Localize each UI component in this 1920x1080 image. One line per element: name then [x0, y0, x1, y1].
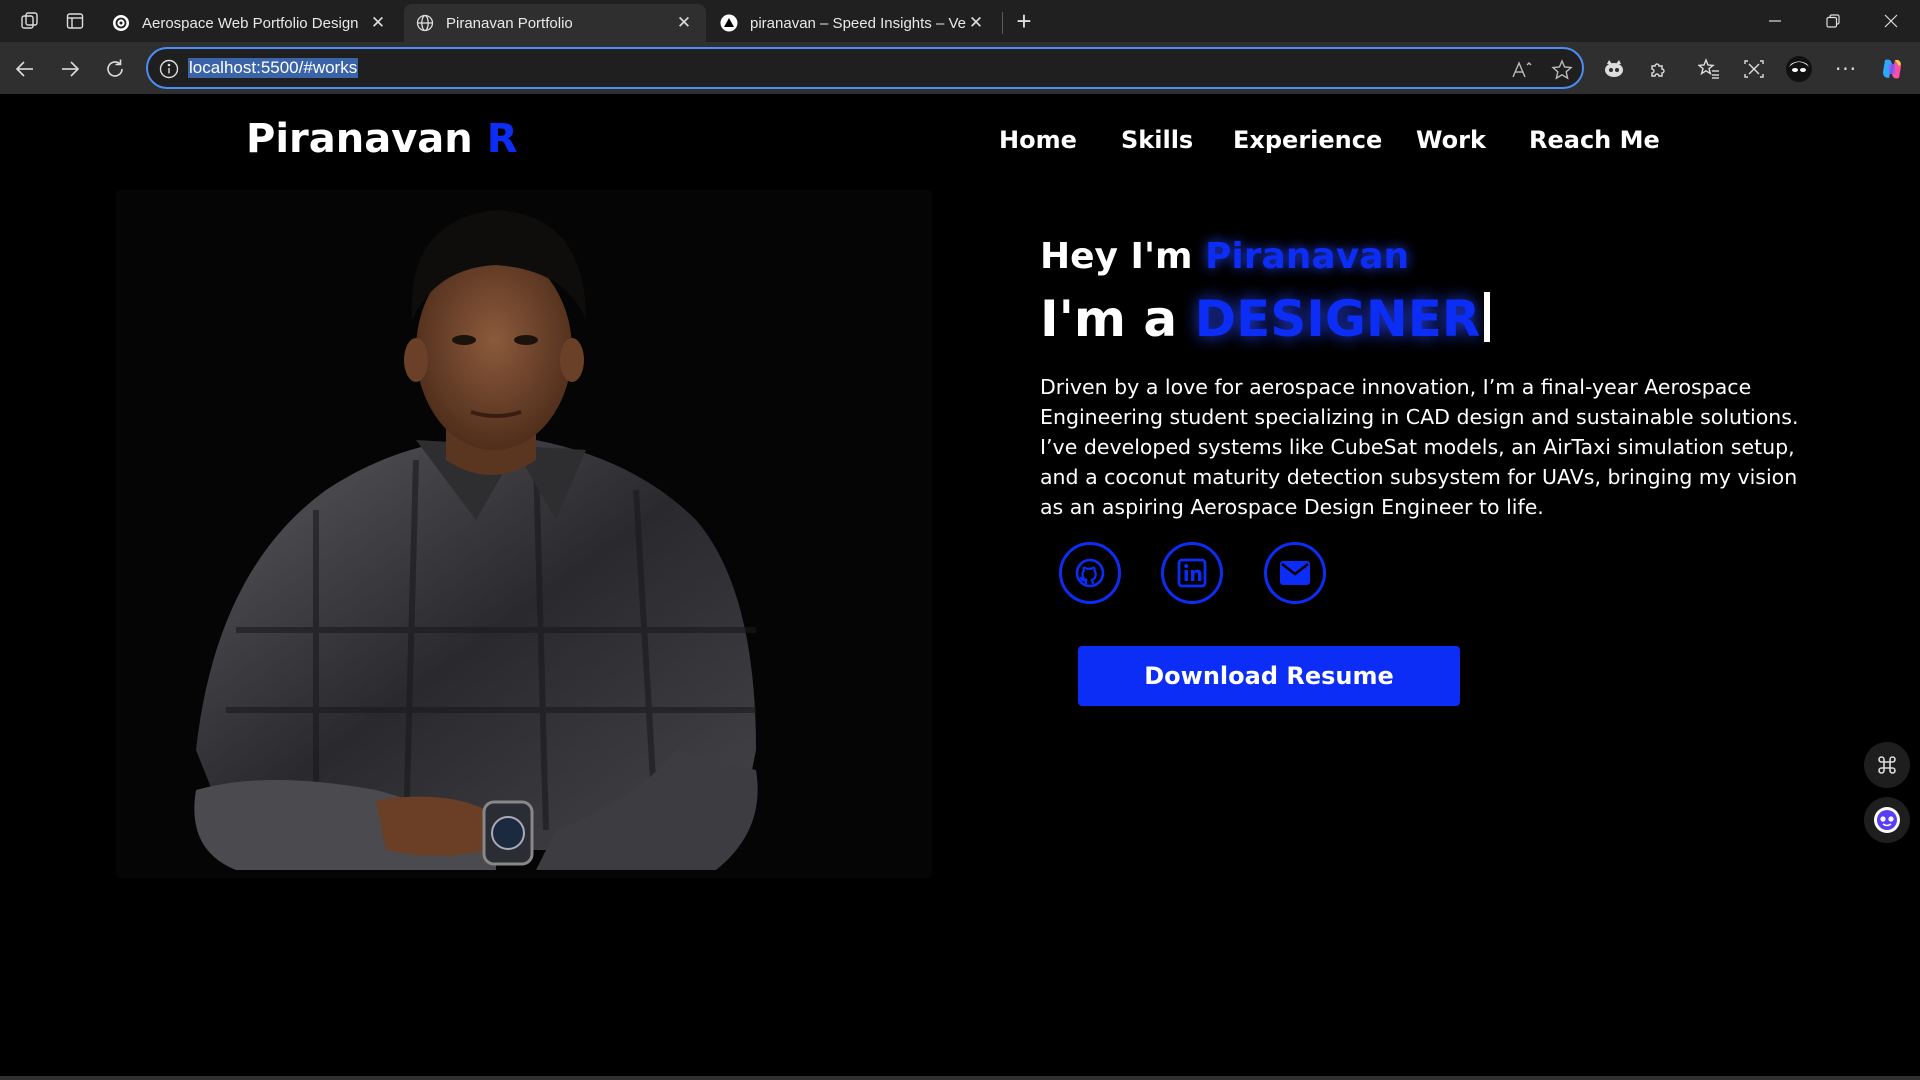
- vercel-triangle-icon: [720, 14, 738, 32]
- openai-icon: [112, 14, 130, 32]
- email-icon: [1280, 561, 1310, 585]
- tab-title: Aerospace Web Portfolio Design: [142, 14, 359, 32]
- tab-piranavan-portfolio[interactable]: Piranavan Portfolio ✕: [404, 4, 706, 42]
- vertical-tabs-icon[interactable]: [61, 8, 89, 34]
- forward-arrow-icon[interactable]: [56, 55, 84, 83]
- email-link[interactable]: [1264, 542, 1326, 604]
- minimize-icon[interactable]: [1746, 0, 1804, 42]
- typing-cursor: [1484, 292, 1491, 342]
- site-logo[interactable]: Piranavan R: [246, 116, 518, 162]
- github-icon: [1075, 558, 1105, 588]
- browser-tab-bar: Aerospace Web Portfolio Design ✕ Piranav…: [0, 0, 1920, 42]
- copilot-companion-icon[interactable]: [1600, 55, 1628, 83]
- address-bar[interactable]: localhost:5500/#works: [146, 47, 1584, 89]
- copilot-icon[interactable]: [1878, 55, 1906, 83]
- linkedin-icon: [1177, 558, 1207, 588]
- hero-role: I'm a DESIGNER: [1040, 290, 1491, 348]
- tab-separator: [1002, 12, 1003, 34]
- screenshot-tool-icon[interactable]: [1740, 55, 1768, 83]
- horizontal-scrollbar[interactable]: [0, 1076, 1920, 1080]
- portfolio-page: Piranavan R Home Skills Experience Work …: [6, 94, 1914, 1078]
- back-arrow-icon[interactable]: [11, 55, 39, 83]
- close-tab-icon[interactable]: ✕: [674, 13, 694, 33]
- refresh-icon[interactable]: [101, 55, 129, 83]
- hero-greeting: Hey I'm Piranavan: [1040, 236, 1409, 277]
- hero-bio: Driven by a love for aerospace innovatio…: [1040, 375, 1799, 519]
- role-text: DESIGNER: [1194, 290, 1481, 348]
- linkedin-link[interactable]: [1161, 542, 1223, 604]
- greeting-text: Hey I'm: [1040, 236, 1193, 277]
- quick-actions-icon[interactable]: [1864, 742, 1910, 788]
- site-info-icon[interactable]: [158, 58, 180, 80]
- profile-avatar[interactable]: [1785, 55, 1813, 83]
- tab-speed-insights[interactable]: piranavan – Speed Insights – Verc ✕: [708, 4, 998, 42]
- favorite-star-icon[interactable]: [1550, 58, 1574, 82]
- restore-icon[interactable]: [1804, 0, 1862, 42]
- assistant-bot-icon[interactable]: [1864, 797, 1910, 843]
- logo-accent: R: [486, 116, 518, 162]
- github-link[interactable]: [1059, 542, 1121, 604]
- close-tab-icon[interactable]: ✕: [966, 13, 986, 33]
- tab-title: Piranavan Portfolio: [446, 14, 573, 32]
- tab-aerospace-web-portfolio[interactable]: Aerospace Web Portfolio Design ✕: [100, 4, 400, 42]
- download-resume-button[interactable]: Download Resume: [1078, 646, 1460, 706]
- read-aloud-icon[interactable]: [1510, 58, 1534, 82]
- more-options-icon[interactable]: ···: [1832, 55, 1860, 83]
- globe-icon: [416, 14, 434, 32]
- nav-reach-me[interactable]: Reach Me: [1529, 126, 1660, 154]
- profile-photo: [116, 190, 932, 878]
- nav-work[interactable]: Work: [1416, 126, 1486, 154]
- nav-home[interactable]: Home: [999, 126, 1077, 154]
- close-window-icon[interactable]: [1862, 0, 1920, 42]
- new-tab-button[interactable]: +: [1010, 6, 1038, 36]
- logo-name: Piranavan: [246, 116, 473, 162]
- close-tab-icon[interactable]: ✕: [368, 13, 388, 33]
- nav-experience[interactable]: Experience: [1233, 126, 1382, 154]
- person-portrait: [194, 210, 758, 870]
- browser-toolbar: localhost:5500/#works ···: [0, 42, 1920, 94]
- nav-skills[interactable]: Skills: [1121, 126, 1193, 154]
- greeting-name: Piranavan: [1205, 236, 1410, 277]
- extensions-puzzle-icon[interactable]: [1645, 55, 1673, 83]
- url-text[interactable]: localhost:5500/#works: [188, 58, 359, 78]
- favorites-list-icon[interactable]: [1695, 55, 1723, 83]
- role-prefix: I'm a: [1040, 290, 1178, 348]
- tab-title: piranavan – Speed Insights – Verc: [750, 14, 966, 32]
- workspaces-icon[interactable]: [16, 8, 44, 34]
